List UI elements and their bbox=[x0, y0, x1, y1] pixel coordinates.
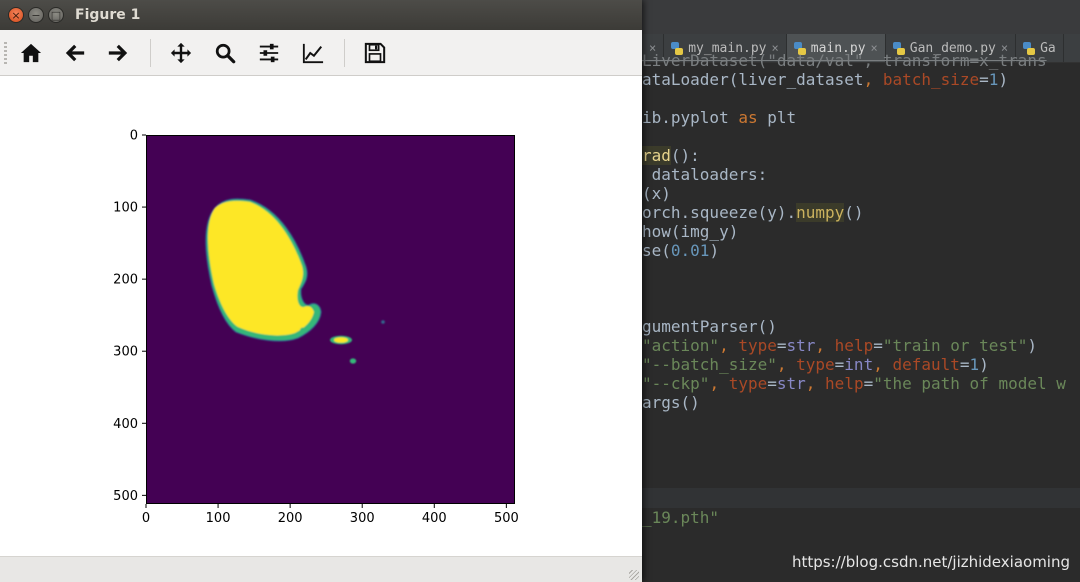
sliders-icon bbox=[259, 43, 279, 63]
zoom-button[interactable] bbox=[210, 38, 240, 68]
figure-canvas[interactable]: 0 100 200 300 400 500 0 100 200 300 400 500 bbox=[0, 76, 642, 556]
save-button[interactable] bbox=[360, 38, 390, 68]
code-line: ataLoader(liver_dataset, batch_size=1) bbox=[642, 70, 1009, 89]
code-line: args() bbox=[642, 393, 700, 412]
search-icon bbox=[215, 43, 236, 64]
plot-axes: 0 100 200 300 400 500 0 100 200 300 400 500 bbox=[113, 129, 519, 527]
arrow-right-icon bbox=[108, 44, 128, 62]
move-icon bbox=[170, 42, 192, 64]
figure-window: × − □ Figure 1 0 100 200 300 400 500 0 1… bbox=[0, 0, 642, 582]
console-divider bbox=[642, 488, 1080, 508]
toolbar-grip[interactable] bbox=[4, 42, 7, 64]
code-line: se(0.01) bbox=[642, 241, 720, 260]
home-button[interactable] bbox=[16, 38, 46, 68]
close-icon[interactable]: × bbox=[8, 7, 24, 23]
subplots-button[interactable] bbox=[254, 38, 284, 68]
code-line: "--batch_size", type=int, default=1) bbox=[642, 355, 989, 374]
toolbar-separator bbox=[150, 39, 151, 67]
line-chart-icon bbox=[302, 43, 324, 64]
y-tick-label: 100 bbox=[113, 201, 138, 216]
x-tick-label: 100 bbox=[206, 511, 231, 526]
title-bar[interactable]: × − □ Figure 1 bbox=[0, 0, 642, 30]
x-tick-label: 400 bbox=[422, 511, 447, 526]
small-region bbox=[334, 337, 348, 343]
code-line: "action", type=str, help="train or test"… bbox=[642, 336, 1037, 355]
code-line: ib.pyplot as plt bbox=[642, 108, 797, 127]
small-region-dot bbox=[300, 327, 306, 333]
x-tick-label: 200 bbox=[278, 511, 303, 526]
resize-grip[interactable] bbox=[629, 570, 639, 580]
home-icon bbox=[20, 43, 42, 63]
minimize-icon[interactable]: − bbox=[28, 7, 44, 23]
navigation-toolbar bbox=[0, 30, 642, 76]
code-line: LiverDataset("data/val", transform=x_tra… bbox=[642, 51, 1047, 70]
code-line: "--ckp", type=str, help="the path of mod… bbox=[642, 374, 1066, 393]
x-tick-label: 0 bbox=[142, 511, 150, 526]
toolbar-separator bbox=[344, 39, 345, 67]
small-region-dot bbox=[381, 320, 385, 324]
floppy-disk-icon bbox=[364, 42, 386, 64]
back-button[interactable] bbox=[60, 38, 90, 68]
code-line: how(img_y) bbox=[642, 222, 739, 241]
code-line: dataloaders: bbox=[642, 165, 768, 184]
code-line: (x) bbox=[642, 184, 671, 203]
y-tick-label: 300 bbox=[113, 345, 138, 360]
maximize-icon[interactable]: □ bbox=[48, 7, 64, 23]
y-tick-label: 200 bbox=[113, 273, 138, 288]
ide-header bbox=[642, 0, 1080, 34]
code-line: rad(): bbox=[642, 146, 700, 165]
watermark-url: https://blog.csdn.net/jizhidexiaoming bbox=[791, 553, 1070, 571]
pan-button[interactable] bbox=[166, 38, 196, 68]
y-tick-label: 400 bbox=[113, 417, 138, 432]
edit-axis-button[interactable] bbox=[298, 38, 328, 68]
x-tick-label: 300 bbox=[350, 511, 375, 526]
arrow-left-icon bbox=[65, 44, 85, 62]
code-line: gumentParser() bbox=[642, 317, 777, 336]
code-line: orch.squeeze(y).numpy() bbox=[642, 203, 864, 222]
y-tick-label: 0 bbox=[130, 129, 138, 144]
x-tick-label: 500 bbox=[494, 511, 519, 526]
console-output: _19.pth" bbox=[642, 508, 720, 527]
small-region-dot bbox=[349, 358, 357, 364]
y-tick-label: 500 bbox=[113, 489, 138, 504]
image-background bbox=[146, 135, 515, 504]
code-editor[interactable]: LiverDataset("data/val", transform=x_tra… bbox=[642, 51, 1080, 431]
status-bar bbox=[0, 556, 642, 582]
window-title: Figure 1 bbox=[75, 7, 141, 23]
forward-button[interactable] bbox=[103, 38, 133, 68]
